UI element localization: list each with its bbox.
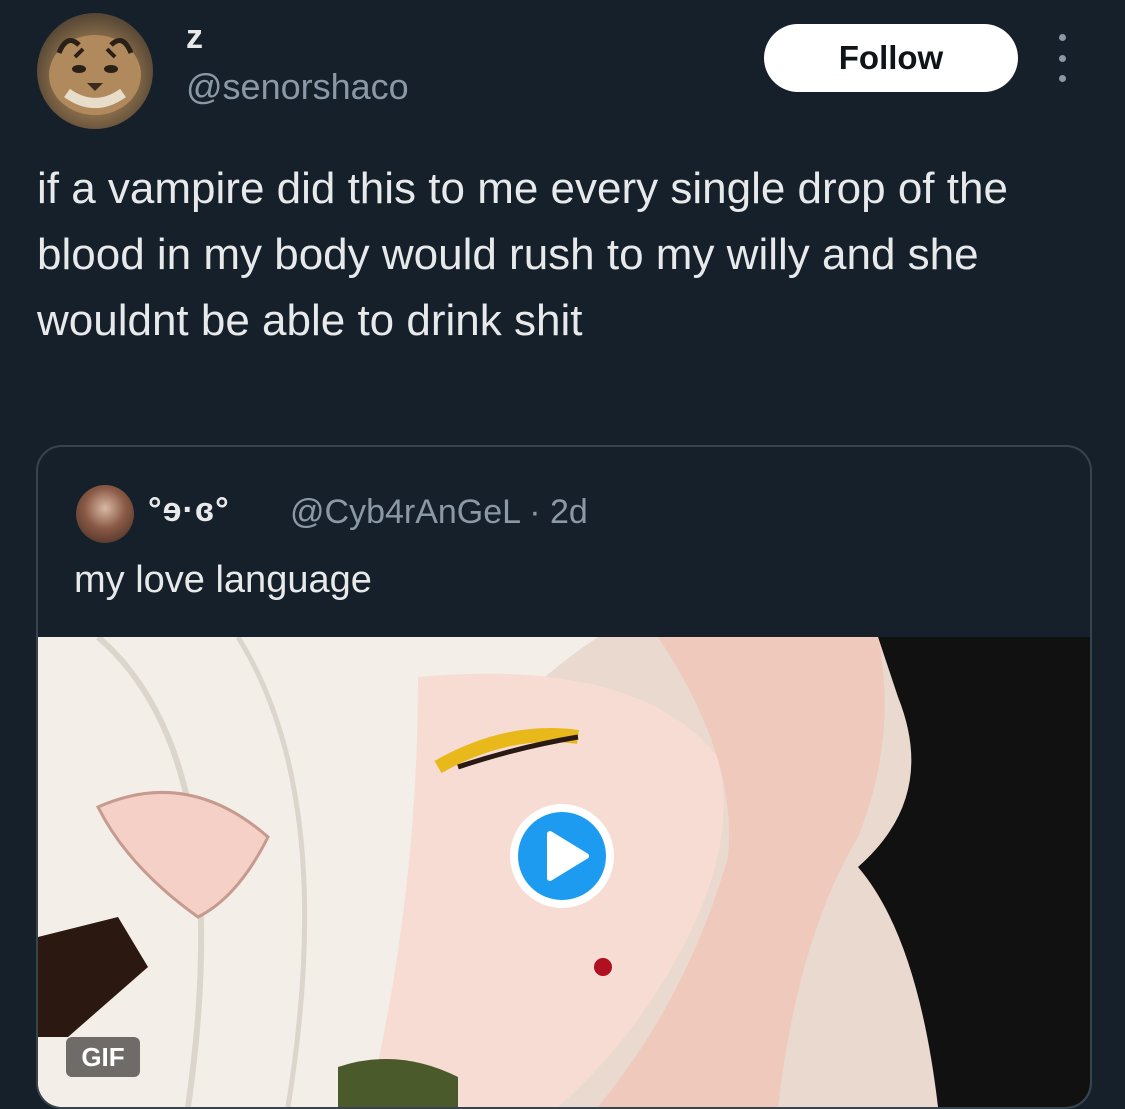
author-avatar[interactable]	[37, 13, 153, 129]
gif-badge: GIF	[66, 1037, 140, 1077]
play-icon[interactable]	[506, 800, 618, 912]
quoted-author-handle-time[interactable]: @Cyb4rAnGeL · 2d	[290, 493, 588, 532]
more-vertical-icon[interactable]	[1050, 34, 1074, 82]
quoted-author-display-name[interactable]: °ɘ·ɞ°	[148, 491, 230, 530]
quoted-tweet-text: my love language	[74, 559, 372, 601]
quoted-tweet[interactable]: °ɘ·ɞ° @Cyb4rAnGeL · 2d my love language	[36, 445, 1092, 1109]
tweet-text: if a vampire did this to me every single…	[37, 164, 1008, 345]
author-handle[interactable]: @senorshaco	[186, 66, 409, 108]
follow-button[interactable]: Follow	[764, 24, 1018, 92]
author-display-name[interactable]: z	[186, 18, 203, 57]
gif-media[interactable]: GIF	[38, 637, 1090, 1107]
quoted-author-avatar[interactable]	[76, 485, 134, 543]
